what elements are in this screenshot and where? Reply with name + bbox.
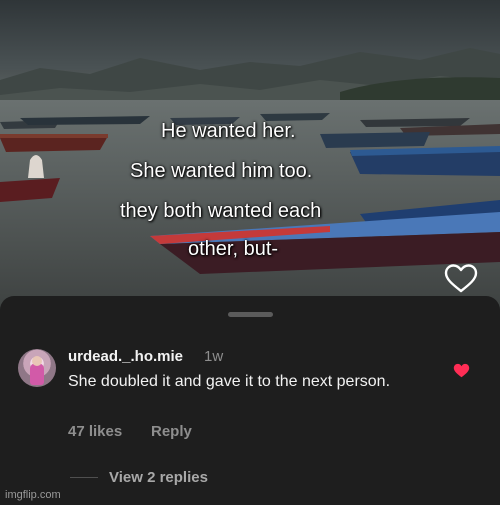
comment-text: She doubled it and gave it to the next p…	[68, 373, 391, 390]
comment-username[interactable]: urdead._.ho.mie	[68, 348, 183, 365]
watermark: imgflip.com	[5, 489, 61, 501]
replies-divider	[70, 477, 98, 478]
heart-filled-icon[interactable]	[453, 363, 470, 378]
avatar-head	[32, 356, 42, 366]
caption-line-2: She wanted him too.	[130, 160, 313, 182]
caption-line-4: other, but-	[188, 238, 279, 260]
reply-button[interactable]: Reply	[151, 423, 192, 440]
video-caption: He wanted her. She wanted him too. they …	[0, 0, 500, 310]
comment-likes-count[interactable]: 47 likes	[68, 423, 122, 440]
view-replies-button[interactable]: View 2 replies	[109, 469, 208, 486]
caption-line-3: they both wanted each	[120, 200, 322, 222]
comments-sheet: urdead._.ho.mie 1w She doubled it and ga…	[0, 296, 500, 505]
comment-timestamp: 1w	[204, 348, 224, 365]
caption-line-1: He wanted her.	[161, 120, 296, 142]
video-frame[interactable]: He wanted her. She wanted him too. they …	[0, 0, 500, 310]
avatar-figure	[30, 363, 44, 385]
avatar[interactable]	[18, 349, 56, 387]
sheet-drag-handle[interactable]	[228, 312, 273, 317]
heart-outline-icon[interactable]	[444, 263, 478, 294]
